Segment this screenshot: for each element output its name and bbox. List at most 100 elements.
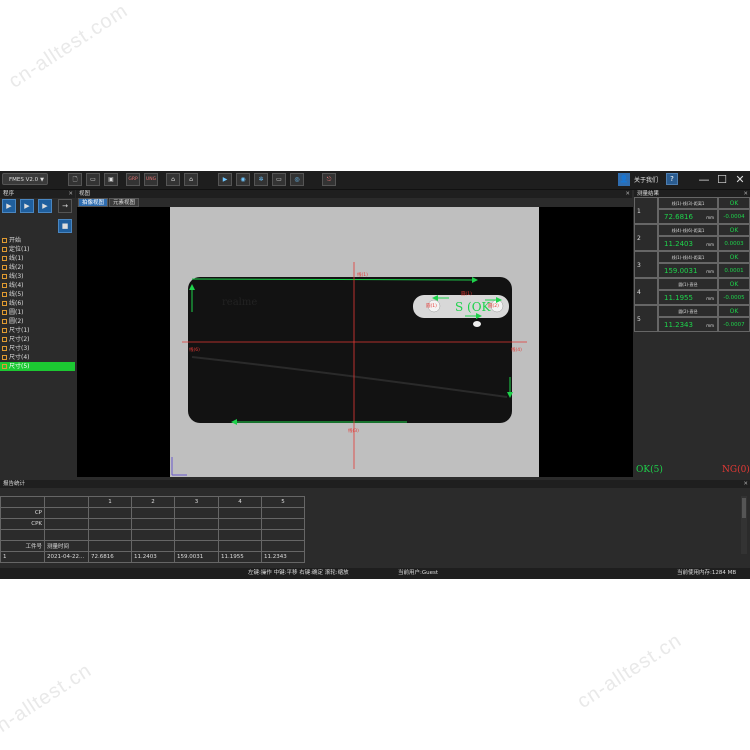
tab-element-view[interactable]: 元素视图 <box>109 198 140 207</box>
report-cell <box>44 507 89 519</box>
report-row: CP <box>0 507 305 519</box>
tree-item[interactable]: 定位(1) <box>2 245 75 254</box>
report-cell: 2021-04-22... <box>44 551 89 563</box>
view-panel-title: 视图 <box>79 191 91 197</box>
report-cell <box>261 540 305 552</box>
exit-button[interactable]: ⎋ <box>322 173 336 186</box>
target-button[interactable]: ◎ <box>290 173 304 186</box>
tab-camera-view[interactable]: 拍像视图 <box>78 198 109 207</box>
home-settings-button[interactable]: ⌂ <box>184 173 198 186</box>
tree-item[interactable]: 线(1) <box>2 254 75 263</box>
report-cell: CP <box>0 507 45 519</box>
label-line-left: 线(6) <box>189 346 200 353</box>
tree-item-label: 尺寸(2) <box>9 336 30 343</box>
report-cell <box>131 540 175 552</box>
home-icon: ⌂ <box>171 176 175 183</box>
report-cell <box>174 507 219 519</box>
result-row[interactable]: 2 线(4)-线(6)-距离1 11.2403 mm OK 0.0003 <box>634 224 750 251</box>
status-hint: 左键:操作 中键:平移 右键:确定 滚轮:缩放 <box>248 570 349 576</box>
tree-item[interactable]: 圆(1) <box>2 308 75 317</box>
tree-item-label: 线(5) <box>9 291 24 298</box>
display-button[interactable]: ▭ <box>272 173 286 186</box>
camera-button[interactable]: ◉ <box>236 173 250 186</box>
tree-item[interactable]: 开始 <box>2 236 75 245</box>
result-value-cell: 11.2343 mm <box>658 317 718 332</box>
group-button[interactable]: GRP <box>126 173 140 186</box>
report-row <box>0 529 305 541</box>
report-cell <box>218 529 262 541</box>
file-icon: 🗋 <box>72 176 78 183</box>
result-row[interactable]: 3 线(1)-线(4)-距离1 159.0031 mm OK 0.0001 <box>634 251 750 278</box>
result-row[interactable]: 5 圆(2)-直径 11.2343 mm OK -0.0007 <box>634 305 750 332</box>
report-column-header <box>44 496 89 508</box>
close-icon[interactable]: ✕ <box>743 480 748 488</box>
tree-item[interactable]: 线(5) <box>2 290 75 299</box>
gear-icon: ✲ <box>258 176 264 183</box>
tree-item[interactable]: 尺寸(1) <box>2 326 75 335</box>
home-button[interactable]: ⌂ <box>166 173 180 186</box>
report-cell <box>218 507 262 519</box>
tree-item[interactable]: 尺寸(5) <box>0 362 75 371</box>
save-icon: ▣ <box>108 176 114 183</box>
close-icon[interactable]: ✕ <box>68 190 73 198</box>
tree-item[interactable]: 圆(2) <box>2 317 75 326</box>
tree-item-label: 线(4) <box>9 282 24 289</box>
scrollbar-thumb[interactable] <box>742 498 746 518</box>
about-us-link[interactable]: 关于我们 <box>634 175 658 184</box>
settings-button[interactable]: ✲ <box>254 173 268 186</box>
run-to-button[interactable]: ▶ <box>38 199 52 213</box>
result-deviation: 0.0003 <box>718 236 750 251</box>
close-button[interactable]: ✕ <box>732 172 748 188</box>
stop-button[interactable]: ■ <box>58 219 72 233</box>
report-cell <box>131 518 175 530</box>
group-label: GRP <box>128 177 138 182</box>
tree-item[interactable]: 尺寸(2) <box>2 335 75 344</box>
result-value-cell: 11.2403 mm <box>658 236 718 251</box>
ungroup-button[interactable]: UNG <box>144 173 158 186</box>
close-icon[interactable]: ✕ <box>625 190 630 198</box>
results-panel: 1 线(1)-线(3)-距离1 72.6816 mm OK -0.0004 2 线(4)-线(… <box>634 197 750 342</box>
tree-item[interactable]: 线(2) <box>2 263 75 272</box>
minimize-button[interactable]: — <box>696 172 712 188</box>
version-select[interactable]: FMES V2.0 ▼ <box>2 173 48 185</box>
result-deviation: 0.0001 <box>718 263 750 278</box>
user-icon[interactable]: 👤 <box>618 173 630 186</box>
maximize-button[interactable]: ☐ <box>714 172 730 188</box>
exit-icon: ⎋ <box>326 176 332 183</box>
tree-item-label: 尺寸(4) <box>9 354 30 361</box>
result-value: 11.2403 <box>664 240 693 248</box>
tree-item[interactable]: 线(6) <box>2 299 75 308</box>
result-index: 3 <box>634 251 658 278</box>
result-row[interactable]: 1 线(1)-线(3)-距离1 72.6816 mm OK -0.0004 <box>634 197 750 224</box>
save-button[interactable]: ▣ <box>104 173 118 186</box>
tree-item[interactable]: 线(4) <box>2 281 75 290</box>
flash <box>473 321 481 327</box>
sample-brand-text: realme <box>222 297 257 308</box>
node-icon <box>2 292 7 297</box>
stop-icon: ■ <box>61 222 69 230</box>
view-panel-header: 视图 ✕ <box>76 190 632 198</box>
new-file-button[interactable]: 🗋 <box>68 173 82 186</box>
report-cell <box>218 540 262 552</box>
open-folder-button[interactable]: ▭ <box>86 173 100 186</box>
report-cell <box>88 529 132 541</box>
help-button[interactable]: ? <box>666 173 678 185</box>
run-button[interactable]: ▶ <box>2 199 16 213</box>
run-step-button[interactable]: ▶ <box>218 173 232 186</box>
tree-item[interactable]: 尺寸(3) <box>2 344 75 353</box>
report-cell <box>261 507 305 519</box>
program-panel-title: 程序 <box>3 191 15 197</box>
goto-button[interactable]: → <box>58 199 72 213</box>
report-cell <box>261 529 305 541</box>
tree-item[interactable]: 尺寸(4) <box>2 353 75 362</box>
report-table: 1 2 3 4 5 CP CPK 工件号 测量时间 1 2021-04-22... 72.6816 11… <box>0 496 305 563</box>
label-line-right: 线(4) <box>511 346 522 353</box>
app-window: FMES V2.0 ▼ 🗋 ▭ ▣ GRP UNG ⌂ ⌂ ▶ ◉ ✲ ▭ ◎ … <box>0 171 750 579</box>
node-icon <box>2 283 7 288</box>
tree-item-label: 线(3) <box>9 273 24 280</box>
report-scrollbar[interactable] <box>741 496 747 554</box>
result-row[interactable]: 4 圆(1)-直径 11.1955 mm OK -0.0005 <box>634 278 750 305</box>
step-run-button[interactable]: ▶ <box>20 199 34 213</box>
camera-canvas[interactable]: realme S (OK 线(1) 线(6) 线(4) 线(3) 圆(1) 圆(… <box>77 207 633 477</box>
tree-item[interactable]: 线(3) <box>2 272 75 281</box>
